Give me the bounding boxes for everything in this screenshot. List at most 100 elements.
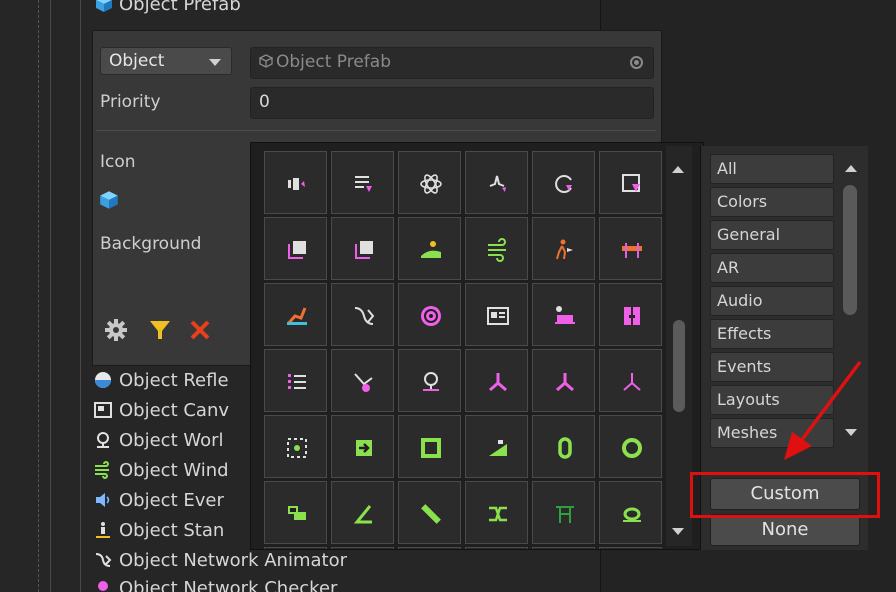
icon-cell[interactable] (532, 151, 595, 214)
scroll-up-icon[interactable] (845, 165, 857, 172)
icon-cell[interactable] (532, 415, 595, 478)
close-icon[interactable] (188, 318, 212, 346)
icon-cell[interactable] (599, 283, 662, 346)
icon-cell[interactable] (331, 415, 394, 478)
tree-item[interactable]: Object Ever (94, 490, 224, 511)
door-icon (624, 307, 640, 325)
move-magic-icon (288, 178, 305, 190)
dashed-select-icon (287, 438, 307, 458)
icon-cell[interactable] (331, 547, 394, 549)
scrollbar-thumb[interactable] (673, 320, 685, 412)
tree-item-label: Object Worl (119, 430, 224, 451)
icon-cell[interactable] (264, 349, 327, 412)
icon-cell[interactable] (331, 349, 394, 412)
object-field[interactable]: Object Prefab (250, 47, 654, 79)
tree-item[interactable]: Object Stan (94, 520, 224, 541)
tree-item[interactable]: Object Network Checker (94, 578, 337, 592)
icon-cell[interactable] (599, 415, 662, 478)
object-picker-icon[interactable] (630, 56, 643, 69)
tree-item-label: Object Wind (119, 460, 229, 481)
icon-cell[interactable] (264, 415, 327, 478)
icon-cell[interactable] (331, 217, 394, 280)
category-general[interactable]: General (710, 220, 834, 250)
list-icon (288, 374, 306, 389)
target-spiral-icon (421, 306, 441, 326)
icon-cell[interactable] (398, 283, 461, 346)
icon-cell[interactable] (465, 415, 528, 478)
category-scrollbar-thumb[interactable] (843, 185, 857, 315)
icon-cell[interactable] (465, 349, 528, 412)
tree-item-label: Object Stan (119, 520, 225, 541)
icon-cell[interactable] (398, 349, 461, 412)
icon-cell[interactable] (532, 481, 595, 544)
divider (96, 130, 656, 131)
icon-cell[interactable] (465, 481, 528, 544)
shuffle-icon (489, 506, 507, 522)
icon-cell[interactable] (599, 217, 662, 280)
priority-value: 0 (259, 92, 270, 112)
icon-cell[interactable] (398, 481, 461, 544)
icon-cell[interactable] (465, 283, 528, 346)
scroll-up-icon[interactable] (672, 166, 684, 173)
icon-cell[interactable] (532, 217, 595, 280)
ramp-icon (489, 440, 507, 456)
cube-icon[interactable] (98, 190, 120, 214)
standing-person-icon (94, 521, 114, 539)
tree-item[interactable]: Object Network Animator (94, 550, 347, 571)
icon-cell[interactable] (532, 547, 595, 549)
icon-cell[interactable] (599, 547, 662, 549)
category-audio[interactable]: Audio (710, 286, 834, 316)
icon-cell[interactable] (398, 217, 461, 280)
priority-label: Priority (100, 92, 161, 112)
tree-item[interactable]: Object Wind (94, 460, 229, 481)
atom-icon (420, 174, 442, 194)
caret-down-icon (209, 59, 221, 66)
category-effects[interactable]: Effects (710, 319, 834, 349)
icon-cell[interactable] (264, 217, 327, 280)
corner-shape-icon (288, 506, 306, 520)
icon-cell[interactable] (532, 349, 595, 412)
shape-point-icon (354, 373, 373, 392)
category-ar[interactable]: AR (710, 253, 834, 283)
icon-cell[interactable] (264, 481, 327, 544)
icon-grid-scrollbar[interactable] (666, 146, 692, 546)
tree-guide (80, 0, 81, 592)
tree-guide (38, 0, 39, 592)
gear-icon[interactable] (104, 318, 128, 346)
tree-item[interactable]: Object Canv (94, 400, 229, 421)
filter-icon[interactable] (148, 318, 172, 346)
icon-cell[interactable] (599, 349, 662, 412)
icon-cell[interactable] (465, 151, 528, 214)
icon-cell[interactable] (264, 547, 327, 549)
none-button[interactable]: None (710, 514, 860, 546)
icon-cell[interactable] (532, 283, 595, 346)
icon-cell[interactable] (331, 481, 394, 544)
window-magic-icon (622, 174, 640, 192)
canvas-icon (94, 401, 114, 419)
network-icon (556, 373, 574, 392)
icon-cell[interactable] (465, 547, 528, 549)
icon-cell[interactable] (264, 283, 327, 346)
icon-cell[interactable] (331, 283, 394, 346)
category-colors[interactable]: Colors (710, 187, 834, 217)
icon-cell[interactable] (599, 481, 662, 544)
square-icon (421, 438, 441, 458)
header-row[interactable]: Object Prefab (94, 0, 241, 15)
enter-icon (356, 440, 372, 456)
icon-cell[interactable] (331, 151, 394, 214)
icon-cell[interactable] (398, 547, 461, 549)
tree-item[interactable]: Object Refle (94, 370, 229, 391)
icon-cell[interactable] (398, 151, 461, 214)
icon-cell[interactable] (264, 151, 327, 214)
category-all[interactable]: All (710, 154, 834, 184)
tree-item[interactable]: Object Worl (94, 430, 224, 451)
type-dropdown[interactable]: Object (100, 47, 232, 75)
priority-input[interactable]: 0 (250, 87, 654, 119)
gate-icon (556, 506, 574, 523)
icon-cell[interactable] (398, 415, 461, 478)
refresh-magic-icon (555, 175, 572, 193)
scroll-down-icon[interactable] (672, 528, 684, 535)
icon-cell[interactable] (599, 151, 662, 214)
icon-cell[interactable] (465, 217, 528, 280)
animator-icon (354, 307, 375, 325)
